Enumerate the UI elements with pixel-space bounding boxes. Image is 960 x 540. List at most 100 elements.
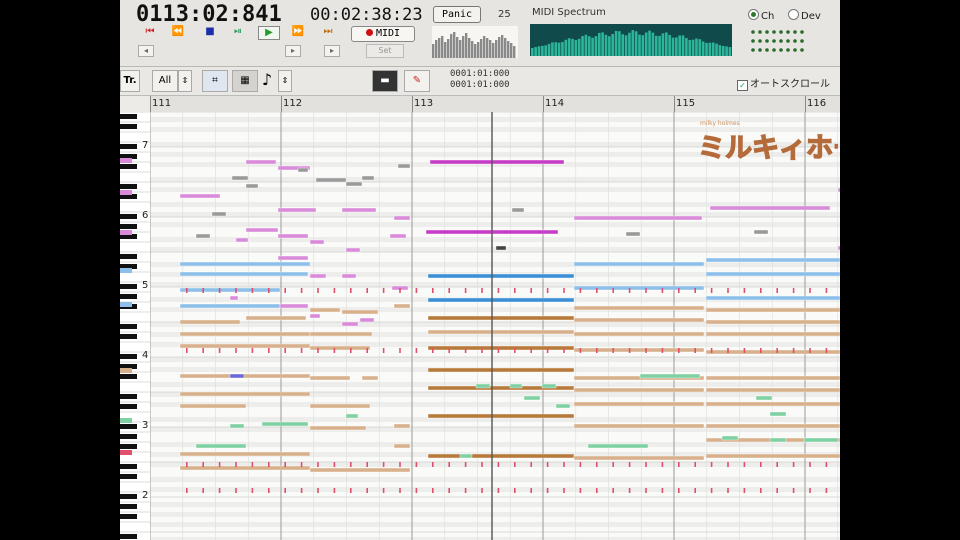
measure-ruler[interactable]: 111 112 113 114 115 116	[150, 96, 840, 113]
spectrum-title: MIDI Spectrum	[532, 7, 606, 18]
channel-device-panel: Ch Dev	[742, 0, 840, 66]
panic-button[interactable]: Panic	[433, 6, 481, 23]
velocity-tick	[333, 288, 336, 293]
velocity-tick	[202, 488, 204, 493]
midi-record-button[interactable]: MIDI	[351, 26, 415, 42]
velocity-tick	[481, 288, 483, 293]
note-block	[705, 349, 840, 355]
note-block	[705, 375, 840, 381]
rewind-start-icon[interactable]: ⏮	[142, 26, 158, 38]
velocity-tick	[628, 462, 631, 467]
black-key	[120, 404, 137, 409]
track-filter-select[interactable]: All	[152, 70, 178, 92]
velocity-tick	[546, 288, 549, 293]
note-block	[709, 205, 831, 211]
velocity-tick	[448, 348, 450, 353]
velocity-tick	[218, 462, 221, 467]
spectrum-bar	[675, 37, 678, 56]
prev-small-button[interactable]: ◂	[138, 45, 154, 57]
piano-roll-grid[interactable]: milky holmes ミルキィホームズ	[150, 112, 840, 540]
level-bar	[486, 38, 489, 58]
channel-dot	[779, 48, 783, 52]
note-block	[359, 317, 375, 323]
note-block	[309, 345, 371, 351]
spectrum-bar	[534, 47, 537, 56]
select-tool-icon[interactable]: ⌗	[202, 70, 228, 92]
track-button[interactable]: Tr.	[120, 70, 140, 92]
note-spin-icon[interactable]: ⇕	[278, 70, 292, 92]
velocity-tick	[317, 488, 319, 493]
note-block	[245, 159, 277, 165]
filter-spin-icon[interactable]: ⇕	[178, 70, 192, 92]
velocity-tick	[284, 288, 286, 293]
play-button[interactable]: ▶	[258, 26, 280, 40]
level-bar	[483, 36, 486, 58]
spectrum-bar	[708, 42, 712, 56]
velocity-tick	[596, 462, 598, 467]
note-block	[397, 163, 411, 169]
velocity-tick	[235, 288, 237, 293]
velocity-tick	[809, 288, 811, 293]
stop-icon[interactable]: ■	[202, 26, 218, 38]
pencil-grid-tool-icon[interactable]: ▦	[232, 70, 258, 92]
note-block	[803, 437, 839, 443]
set-button[interactable]: Set	[366, 44, 404, 58]
note-block	[211, 211, 227, 217]
measure-tick	[412, 96, 413, 112]
display-mode-icon[interactable]: ▬	[372, 70, 398, 92]
channel-dot	[800, 30, 804, 34]
note-length-icon[interactable]: ♪	[260, 70, 274, 90]
note-block	[309, 313, 321, 319]
level-bar	[504, 38, 507, 58]
step-play-icon[interactable]: ⏯	[230, 26, 246, 38]
spectrum-bar	[681, 35, 685, 56]
note-block	[705, 387, 840, 393]
note-block	[361, 175, 375, 181]
velocity-tick	[202, 462, 204, 467]
velocity-tick	[792, 288, 795, 293]
level-bar	[453, 32, 456, 58]
velocity-tick	[268, 348, 270, 353]
level-bar	[432, 44, 435, 58]
record-dot-icon	[365, 29, 373, 36]
fast-forward-icon[interactable]: ⏩	[290, 26, 306, 38]
black-key	[120, 294, 137, 299]
next-small-button[interactable]: ▸	[285, 45, 301, 57]
level-bar	[513, 46, 516, 58]
level-bar	[447, 39, 450, 58]
note-block	[427, 453, 575, 459]
velocity-tick	[628, 348, 631, 353]
velocity-tick	[727, 488, 729, 493]
velocity-tick	[268, 288, 270, 293]
velocity-tick	[415, 288, 418, 293]
note-block	[573, 305, 705, 311]
velocity-tick	[251, 488, 254, 493]
logo-title: ミルキィホームズ	[698, 132, 838, 164]
key-highlight	[120, 450, 132, 455]
autoscroll-checkbox[interactable]: ✓ オートスクロール	[737, 75, 830, 91]
dev-radio[interactable]: Dev	[788, 9, 821, 22]
velocity-tick	[317, 462, 319, 467]
velocity-tick	[678, 288, 680, 293]
note-block	[429, 159, 565, 165]
velocity-tick	[596, 288, 598, 293]
velocity-tick	[760, 488, 762, 493]
velocity-tick	[382, 348, 385, 353]
note-block	[231, 175, 249, 181]
spectrum-bar	[571, 38, 574, 56]
piano-keyboard[interactable]: 7 6 5 4 3 2	[120, 112, 151, 540]
velocity-tick	[300, 348, 303, 353]
marker-small-button[interactable]: ▸	[324, 45, 340, 57]
velocity-tick	[661, 288, 664, 293]
skip-end-icon[interactable]: ⏭	[320, 26, 336, 38]
note-block	[837, 245, 840, 251]
velocity-tick	[235, 462, 237, 467]
spectrum-bar	[685, 37, 688, 56]
record-edit-icon[interactable]: ✎	[404, 70, 430, 92]
rewind-icon[interactable]: ⏪	[170, 26, 186, 38]
pitch-row	[150, 407, 840, 412]
velocity-tick	[563, 488, 565, 493]
panic-count: 25	[498, 9, 511, 20]
octave-label: 5	[142, 280, 148, 291]
ch-radio[interactable]: Ch	[748, 9, 774, 22]
